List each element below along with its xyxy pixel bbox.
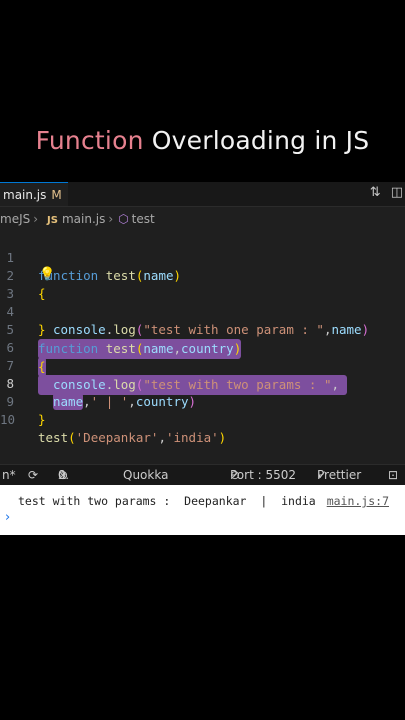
code-line: 6 {: [0, 321, 405, 377]
code-token: test: [38, 430, 69, 445]
code-token: (: [68, 430, 76, 445]
breadcrumb-file[interactable]: main.js: [62, 212, 105, 226]
port-label: Port : 5502: [230, 468, 296, 482]
line-number: 10: [0, 412, 16, 427]
prettier-label: Prettier: [317, 468, 362, 482]
chevron-right-icon: ›: [108, 212, 114, 226]
console-prompt-icon[interactable]: ›: [5, 510, 10, 525]
code-line: 4 }: [0, 285, 405, 337]
lightbulb-icon[interactable]: 💡: [39, 266, 55, 284]
tab-modified-indicator: M: [51, 188, 62, 202]
code-token: 'Deepankar': [75, 430, 159, 445]
code-token: 'india': [165, 430, 219, 445]
symbol-cube-icon: ⬡: [118, 212, 129, 226]
breadcrumb: meJS › JS main.js › ⬡ test: [0, 209, 155, 229]
title-rest: Overloading in JS: [151, 126, 370, 155]
tab-main-js[interactable]: main.js M: [0, 182, 68, 206]
code-token: ,: [158, 430, 166, 445]
code-editor: main.js M ⇅ ◫ meJS › JS main.js › ⬡ test 1 funct…: [0, 182, 405, 464]
breadcrumb-folder[interactable]: meJS: [0, 212, 30, 226]
code-line: 9 }: [0, 375, 405, 427]
status-bar: n* ⟳ ⊗ 0 ⚠ 0 Quokka ⊘ Port : 5502 ✓ Pret…: [0, 464, 405, 485]
status-branch[interactable]: n*: [2, 465, 16, 485]
browser-console: test with two params : Deepankar | india…: [0, 485, 405, 535]
code-line: 5 function test(name,country): [0, 303, 405, 359]
code-line: 3 💡 console.log("test with one param : "…: [0, 266, 405, 337]
code-line: 10 test('Deepankar','india'): [0, 393, 405, 445]
sync-icon[interactable]: ⟳: [28, 465, 38, 485]
code-line: 8 name,' | ',country): [0, 357, 405, 410]
split-editor-icon[interactable]: ◫: [391, 185, 403, 200]
quokka-button[interactable]: Quokka: [123, 465, 168, 485]
console-source-link[interactable]: main.js:7: [327, 494, 389, 508]
breadcrumb-symbol[interactable]: test: [132, 212, 155, 226]
warning-count: 0: [58, 468, 66, 482]
compare-changes-icon[interactable]: ⇅: [370, 185, 381, 200]
title-accent: Function: [35, 126, 144, 155]
tab-bar: main.js M ⇅ ◫: [0, 182, 405, 207]
code-line: 2 {: [0, 249, 405, 301]
feedback-icon[interactable]: ⊡: [388, 465, 398, 485]
code-line: 1 function test(name): [0, 231, 405, 283]
console-output: test with two params : Deepankar | india: [18, 494, 316, 508]
video-title: Function Overloading in JS: [0, 126, 405, 155]
chevron-right-icon: ›: [33, 212, 39, 226]
js-file-icon: JS: [47, 215, 58, 226]
tab-filename: main.js: [3, 188, 47, 202]
code-token: ): [218, 430, 227, 445]
code-line: 7 console.log("test with two params : ",: [0, 339, 405, 395]
